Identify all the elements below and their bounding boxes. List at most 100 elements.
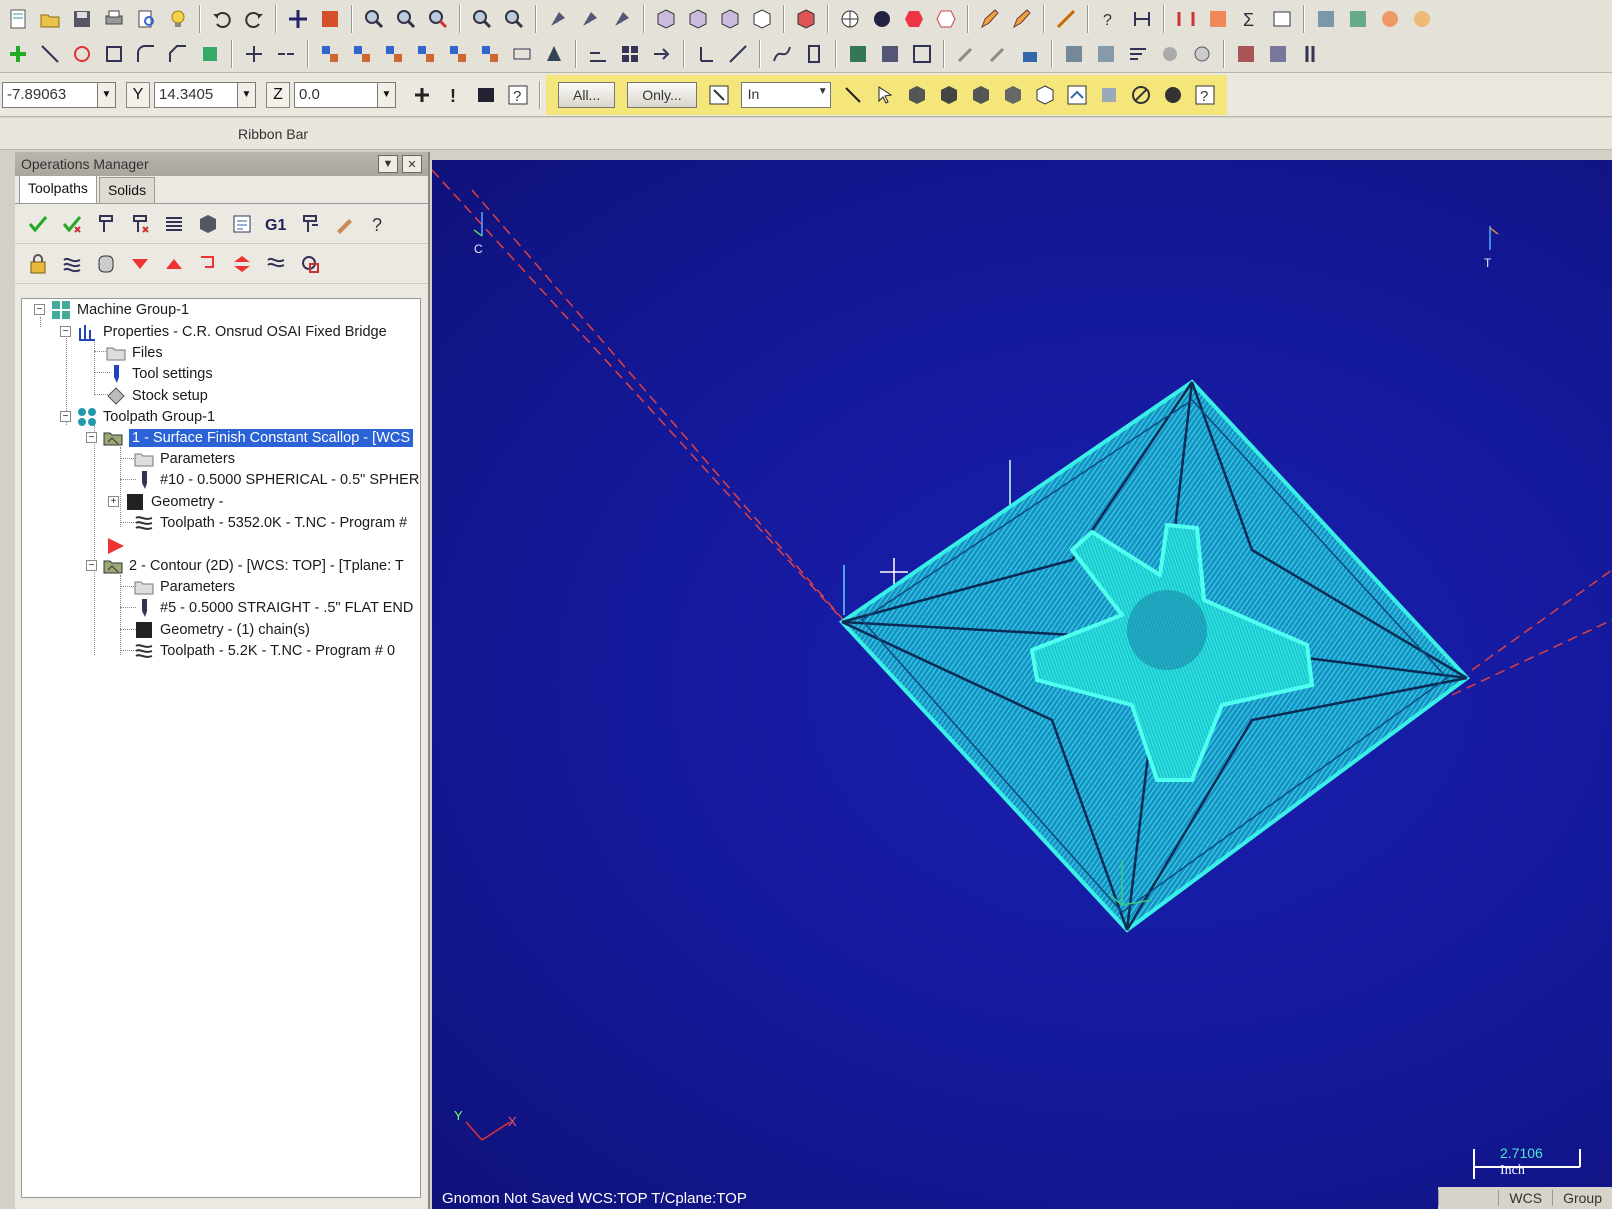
solid-extrude-icon[interactable]: [197, 42, 223, 66]
zoom-fit-icon[interactable]: [425, 7, 451, 31]
tree-op-1-geometry[interactable]: + Geometry -: [108, 491, 224, 512]
status-wcs-button[interactable]: WCS: [1498, 1190, 1552, 1206]
chain-check-icon[interactable]: [1096, 83, 1122, 107]
toggle-display-icon[interactable]: [59, 252, 85, 276]
high-feed-icon[interactable]: [297, 212, 323, 236]
plus-point-icon[interactable]: [5, 42, 31, 66]
collapse-icon[interactable]: −: [60, 326, 71, 337]
tree-op-2-geometry[interactable]: Geometry - (1) chain(s): [134, 619, 310, 640]
disc-icon[interactable]: [1377, 7, 1403, 31]
mirror-icon[interactable]: [1173, 7, 1199, 31]
post-g1-icon[interactable]: G1: [263, 212, 289, 236]
insert-arrow-icon[interactable]: [195, 252, 221, 276]
shape-red-icon[interactable]: [901, 7, 927, 31]
tree-op-2-parameters[interactable]: Parameters: [134, 576, 235, 597]
drill-icon[interactable]: [953, 42, 979, 66]
render-orange-icon[interactable]: [1205, 7, 1231, 31]
machine-2-icon[interactable]: [1345, 7, 1371, 31]
panel-close-icon[interactable]: ✕: [402, 155, 422, 173]
fillet-icon[interactable]: [133, 42, 159, 66]
collapse-icon[interactable]: −: [34, 304, 45, 315]
collapse-icon[interactable]: −: [60, 411, 71, 422]
edge-select-icon[interactable]: [968, 83, 994, 107]
z-dropdown-arrow-icon[interactable]: ▼: [378, 81, 396, 108]
tab-solids[interactable]: Solids: [98, 177, 156, 203]
tree-op-2-contour[interactable]: − 2 - Contour (2D) - [WCS: TOP] - [Tplan…: [86, 555, 404, 576]
wcs-icon[interactable]: [693, 42, 719, 66]
sphere-icon[interactable]: [869, 7, 895, 31]
render-icon[interactable]: [317, 7, 343, 31]
print-preview-icon[interactable]: [133, 7, 159, 31]
cube-front-icon[interactable]: [685, 7, 711, 31]
lock-tool-icon[interactable]: [1017, 42, 1043, 66]
measure-icon[interactable]: [1053, 7, 1079, 31]
tree-op-1-toolpath[interactable]: Toolpath - 5352.0K - T.NC - Program #: [134, 512, 407, 533]
tree-op-1-tool[interactable]: #10 - 0.5000 SPHERICAL - 0.5" SPHER: [134, 469, 419, 490]
line-icon[interactable]: [37, 42, 63, 66]
break-icon[interactable]: [273, 42, 299, 66]
status-blank-field[interactable]: [1438, 1190, 1498, 1206]
bracket-icon[interactable]: [801, 42, 827, 66]
select-only-button[interactable]: Only...: [627, 81, 697, 108]
insert-arrow-marker[interactable]: [106, 535, 132, 556]
pointer-select-icon[interactable]: [872, 83, 898, 107]
post-icon[interactable]: [1233, 42, 1259, 66]
xform-4-icon[interactable]: [413, 42, 439, 66]
zoom-in-icon[interactable]: [469, 7, 495, 31]
plane-icon[interactable]: [725, 42, 751, 66]
y-dropdown-arrow-icon[interactable]: ▼: [238, 81, 256, 108]
select-all-button[interactable]: All...: [558, 81, 616, 108]
analyze-icon[interactable]: ?: [1097, 7, 1123, 31]
save-icon[interactable]: [69, 7, 95, 31]
tree-toolpath-group[interactable]: − Toolpath Group-1: [60, 406, 215, 427]
zoom-target-icon[interactable]: [393, 7, 419, 31]
open-file-icon[interactable]: [37, 7, 63, 31]
solid-select-icon[interactable]: [904, 83, 930, 107]
tree-files[interactable]: Files: [106, 342, 163, 363]
new-file-icon[interactable]: [5, 7, 31, 31]
y-axis-label[interactable]: Y: [126, 81, 150, 108]
print-icon[interactable]: [101, 7, 127, 31]
delete-ops-icon[interactable]: [331, 212, 357, 236]
redo-icon[interactable]: [241, 7, 267, 31]
mill-2-icon[interactable]: [1093, 42, 1119, 66]
move-icon[interactable]: [285, 7, 311, 31]
body-select-icon[interactable]: [1000, 83, 1026, 107]
drill-2-icon[interactable]: [985, 42, 1011, 66]
panel-dropdown-icon[interactable]: ▼: [378, 155, 398, 173]
cube-iso-icon[interactable]: [749, 7, 775, 31]
tree-machine-group[interactable]: − Machine Group-1: [34, 299, 189, 320]
arrow-right-icon[interactable]: [649, 42, 675, 66]
scroll-to-icon[interactable]: [263, 252, 289, 276]
pencil-multi-icon[interactable]: [1009, 7, 1035, 31]
circle-center-icon[interactable]: [69, 42, 95, 66]
select-tool-2-icon[interactable]: [577, 7, 603, 31]
post-3-icon[interactable]: [1297, 42, 1323, 66]
xform-8-icon[interactable]: [541, 42, 567, 66]
sum-icon[interactable]: Σ: [1237, 7, 1263, 31]
graphics-viewport[interactable]: C T Y X 2.7106 Inch: [432, 160, 1612, 1209]
mill-icon[interactable]: [1061, 42, 1087, 66]
undo-icon[interactable]: [209, 7, 235, 31]
line-select-icon[interactable]: [840, 83, 866, 107]
expand-icon[interactable]: +: [108, 496, 119, 507]
verify-icon[interactable]: [195, 212, 221, 236]
regen-dirty-icon[interactable]: [127, 212, 153, 236]
surface-2-icon[interactable]: [877, 42, 903, 66]
y-coordinate-input[interactable]: [154, 81, 238, 108]
mill-3-icon[interactable]: [1125, 42, 1151, 66]
chamfer-icon[interactable]: [165, 42, 191, 66]
z-axis-label[interactable]: Z: [266, 81, 290, 108]
mill-5-icon[interactable]: [1189, 42, 1215, 66]
fast-point-icon[interactable]: [409, 83, 435, 107]
xform-2-icon[interactable]: [349, 42, 375, 66]
move-down-icon[interactable]: [127, 252, 153, 276]
xform-5-icon[interactable]: [445, 42, 471, 66]
selection-mode-icon[interactable]: [706, 83, 732, 107]
globe-icon[interactable]: [837, 7, 863, 31]
select-tool-3-icon[interactable]: [609, 7, 635, 31]
help-question-icon[interactable]: ?: [505, 83, 531, 107]
select-tool-icon[interactable]: [545, 7, 571, 31]
tree-op-1-surface-finish[interactable]: − 1 - Surface Finish Constant Scallop - …: [86, 427, 414, 448]
layers-icon[interactable]: [1269, 7, 1295, 31]
